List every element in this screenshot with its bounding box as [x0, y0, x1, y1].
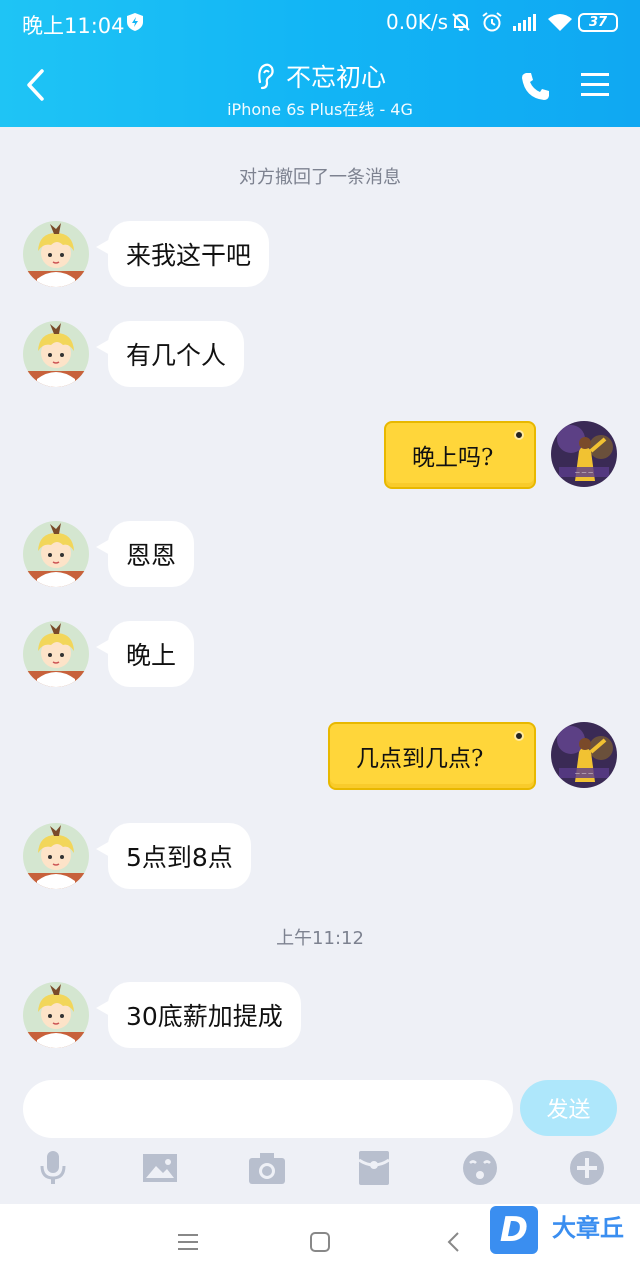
message-row: 恩恩 — [0, 521, 640, 591]
message-bubble[interactable]: 恩恩 — [95, 521, 195, 587]
watermark-text: 大章丘 — [552, 1214, 624, 1242]
watermark-logo: D 大章丘 — [490, 1204, 640, 1264]
message-row: 有几个人 — [0, 321, 640, 391]
phone-icon[interactable] — [520, 70, 552, 102]
bell-off-icon — [452, 13, 470, 31]
contact-name: 不忘初心 — [285, 63, 386, 92]
sticky-note-bubble[interactable]: 晚上吗? — [384, 421, 536, 489]
status-icons — [450, 11, 573, 33]
microphone-icon[interactable] — [33, 1148, 73, 1188]
recall-notice: 对方撤回了一条消息 — [239, 167, 401, 188]
emoji-icon[interactable] — [460, 1148, 500, 1188]
message-row: 晚上 — [0, 621, 640, 691]
message-bubble[interactable]: 来我这干吧 — [95, 221, 270, 287]
message-row: 来我这干吧 — [0, 221, 640, 291]
message-input[interactable] — [23, 1080, 513, 1138]
signal-icon — [513, 14, 536, 31]
wifi-icon — [548, 14, 572, 31]
timestamp: 上午11:12 — [276, 928, 364, 949]
contact-avatar[interactable] — [23, 982, 89, 1048]
shield-icon — [127, 13, 143, 31]
message-bubble[interactable]: 晚上 — [95, 621, 195, 687]
contact-avatar[interactable] — [23, 521, 89, 587]
message-text: 晚上吗? — [412, 445, 494, 471]
message-row: 晚上吗? — [0, 421, 640, 491]
red-packet-icon[interactable] — [354, 1148, 394, 1188]
camera-icon[interactable] — [247, 1148, 287, 1188]
message-row: 几点到几点? — [0, 722, 640, 792]
sticky-note-bubble[interactable]: 几点到几点? — [328, 722, 536, 790]
send-button[interactable]: 发送 — [520, 1080, 617, 1136]
system-nav-bar: D 大章丘 — [0, 1204, 640, 1280]
menu-nav-icon[interactable] — [176, 1230, 200, 1254]
contact-avatar[interactable] — [23, 221, 89, 287]
message-row: 5点到8点 — [0, 823, 640, 893]
my-avatar[interactable] — [551, 421, 617, 487]
input-toolbar — [0, 1148, 640, 1196]
network-speed: 0.0K/s — [386, 10, 449, 34]
contact-avatar[interactable] — [23, 621, 89, 687]
input-area: 发送 — [0, 1072, 640, 1204]
pin-icon — [514, 731, 524, 741]
my-avatar[interactable] — [551, 722, 617, 788]
battery-indicator: 37 — [578, 13, 618, 32]
message-row: 30底薪加提成 — [0, 982, 640, 1052]
message-bubble[interactable]: 有几个人 — [95, 321, 245, 387]
message-list[interactable]: 对方撤回了一条消息 来我这干吧 有几个人 晚上吗? 恩恩 晚上 几点到几点? 5… — [0, 127, 640, 1072]
plus-icon[interactable] — [567, 1148, 607, 1188]
pin-icon — [514, 430, 524, 440]
alarm-icon — [482, 12, 502, 32]
back-nav-icon[interactable] — [442, 1230, 466, 1254]
message-bubble[interactable]: 30底薪加提成 — [96, 982, 301, 1048]
message-bubble[interactable]: 5点到8点 — [96, 823, 251, 889]
contact-avatar[interactable] — [23, 321, 89, 387]
contact-avatar[interactable] — [23, 823, 89, 889]
image-icon[interactable] — [140, 1148, 180, 1188]
ear-icon — [258, 63, 274, 90]
message-text: 几点到几点? — [356, 746, 484, 772]
status-bar: 晚上11:04 0.0K/s 37 — [0, 0, 640, 46]
chat-header: 晚上11:04 0.0K/s 37 不忘初心 iPhone 6s Plus在线 … — [0, 0, 640, 127]
watermark-badge: D — [490, 1206, 538, 1254]
menu-icon[interactable] — [579, 71, 611, 99]
status-time: 晚上11:04 — [22, 14, 125, 38]
home-nav-icon[interactable] — [308, 1230, 332, 1254]
